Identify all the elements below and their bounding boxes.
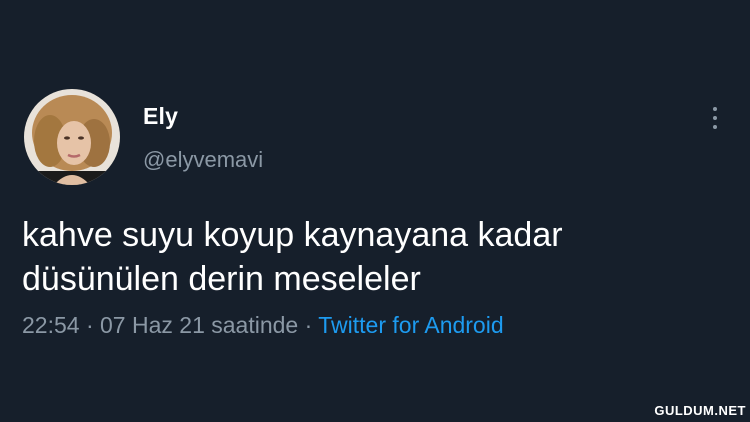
tweet-date[interactable]: 07 Haz 21 saatinde [100,312,298,338]
watermark: GULDUM.NET [654,403,746,418]
tweet-text-line: kahve suyu koyup kaynayana kadar [22,216,563,254]
separator: · [304,312,313,338]
tweet-time[interactable]: 22:54 [22,312,80,338]
separator: · [85,312,94,338]
tweet-text-line: düsünülen derin meseleler [22,260,421,298]
display-name[interactable]: Ely [143,103,178,130]
tweet: Ely @elyvemavi kahve suyu koyup kaynayan… [0,0,750,422]
more-vertical-icon[interactable] [705,104,725,134]
tweet-source-link[interactable]: Twitter for Android [318,312,503,338]
tweet-meta: 22:54 · 07 Haz 21 saatinde · Twitter for… [22,312,504,339]
tweet-text: kahve suyu koyup kaynayana kadar düsünül… [22,213,722,301]
user-handle[interactable]: @elyvemavi [143,147,263,173]
more-dot [713,107,717,111]
more-dot [713,116,717,120]
more-dot [713,125,717,129]
avatar[interactable] [24,89,120,185]
avatar-image [24,89,120,185]
